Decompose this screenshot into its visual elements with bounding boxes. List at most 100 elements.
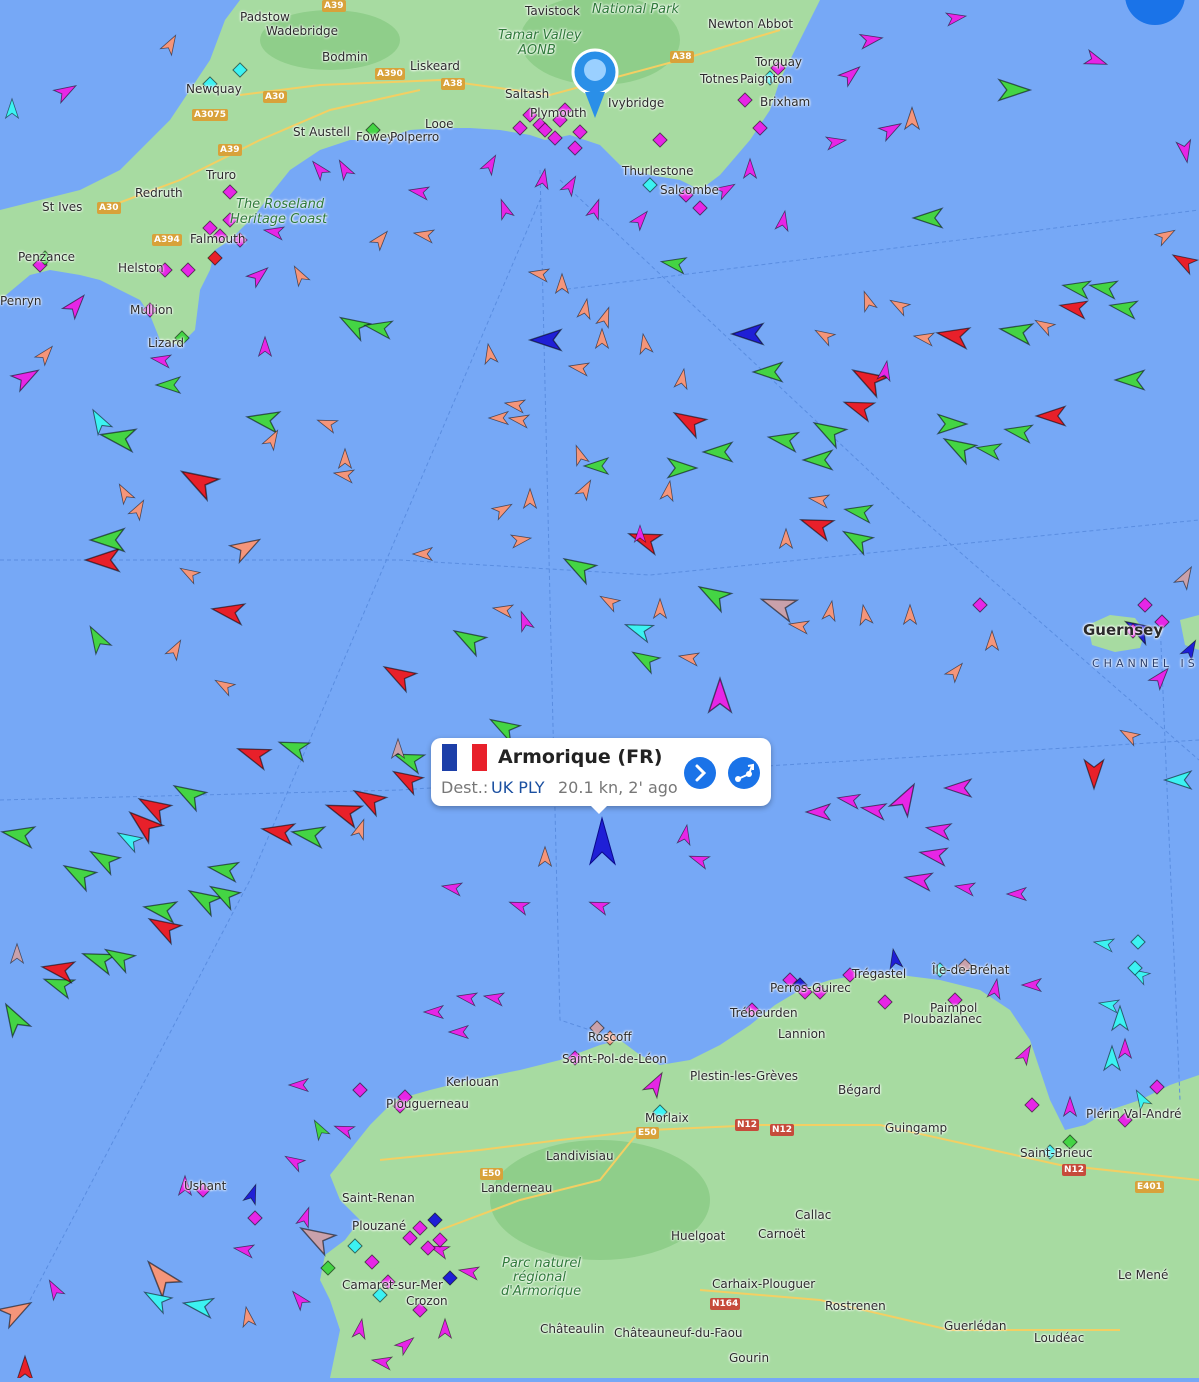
place-label: Rostrenen bbox=[825, 1299, 886, 1313]
heritage-label: Heritage Coast bbox=[230, 212, 328, 227]
road-shield: A3075 bbox=[192, 109, 229, 121]
place-label: Redruth bbox=[135, 186, 183, 200]
place-label: Polperro bbox=[390, 130, 440, 144]
flag-stripe-blue bbox=[442, 744, 457, 771]
place-label: Lizard bbox=[148, 336, 185, 350]
map-svg[interactable] bbox=[0, 0, 1199, 1382]
place-label: Thurlestone bbox=[622, 164, 694, 178]
place-label: Salcombe bbox=[660, 183, 719, 197]
place-label: Gourin bbox=[729, 1351, 770, 1365]
details-button[interactable] bbox=[684, 757, 716, 789]
road-shield: A394 bbox=[152, 234, 182, 246]
place-label: Plouguerneau bbox=[386, 1097, 469, 1111]
route-button[interactable] bbox=[728, 757, 760, 789]
place-label: Guingamp bbox=[885, 1121, 948, 1135]
place-label: Plestin-les-Grèves bbox=[690, 1069, 799, 1083]
road-shield: N12 bbox=[1062, 1164, 1087, 1176]
place-label: Val-André bbox=[1124, 1107, 1182, 1121]
place-label: St Ives bbox=[42, 200, 83, 214]
place-label: Bégard bbox=[838, 1083, 881, 1097]
vessel-name[interactable]: Armorique (FR) bbox=[498, 746, 662, 768]
place-label: Le Mené bbox=[1118, 1268, 1169, 1282]
park-label: régional bbox=[513, 1270, 566, 1285]
place-label: Roscoff bbox=[588, 1030, 632, 1044]
vessel-popup[interactable]: Armorique (FR) Dest.: UK PLY 20.1 kn, 2'… bbox=[431, 738, 771, 814]
place-label: Looe bbox=[425, 117, 454, 131]
park-label: National Park bbox=[592, 2, 679, 17]
map-canvas[interactable] bbox=[0, 0, 1199, 1382]
place-label: Guerlédan bbox=[944, 1319, 1007, 1333]
road-shield: E50 bbox=[636, 1127, 659, 1139]
place-label: Châteauneuf-du-Faou bbox=[614, 1326, 743, 1340]
road-shield: N12 bbox=[735, 1119, 760, 1131]
road-shield: N12 bbox=[770, 1124, 795, 1136]
place-label: Landivisiau bbox=[546, 1149, 614, 1163]
place-label: Callac bbox=[795, 1208, 832, 1222]
place-label: Carhaix-Plouguer bbox=[712, 1277, 816, 1291]
flag-france-icon bbox=[442, 744, 487, 771]
place-label: Camaret-sur-Mer bbox=[342, 1278, 443, 1292]
place-label: Penzance bbox=[18, 250, 76, 264]
place-label: Fowey bbox=[356, 130, 395, 144]
place-label: Totnes bbox=[700, 72, 739, 86]
heritage-label: The Roseland bbox=[236, 197, 325, 212]
place-label: Lannion bbox=[778, 1027, 826, 1041]
place-label: Bodmin bbox=[322, 50, 368, 64]
place-label: Île-de-Bréhat bbox=[932, 963, 1010, 977]
route-icon bbox=[735, 763, 754, 782]
place-label: Wadebridge bbox=[266, 24, 338, 38]
place-label: Huelgoat bbox=[671, 1229, 726, 1243]
park-label: Parc naturel bbox=[502, 1256, 581, 1271]
place-label: Paimpol bbox=[930, 1001, 978, 1015]
destination-label: Dest.: bbox=[441, 778, 489, 797]
flag-stripe-red bbox=[472, 744, 487, 771]
place-label: Torquay bbox=[755, 55, 803, 69]
place-label: Penryn bbox=[0, 294, 42, 308]
place-label: Saltash bbox=[505, 87, 550, 101]
island-label: Guernsey bbox=[1083, 621, 1164, 639]
park-label: d'Armorique bbox=[501, 1284, 582, 1299]
place-label: St Austell bbox=[293, 125, 350, 139]
place-label: Newquay bbox=[186, 82, 242, 96]
place-label: Morlaix bbox=[645, 1111, 689, 1125]
place-label: Saint-Brieuc bbox=[1020, 1146, 1093, 1160]
road-shield: A39 bbox=[218, 144, 242, 156]
chevron-right-icon bbox=[695, 764, 707, 782]
place-label: Saint-Pol-de-Léon bbox=[562, 1052, 667, 1066]
place-label: Padstow bbox=[240, 10, 290, 24]
place-label: Crozon bbox=[406, 1294, 448, 1308]
road-shield: A38 bbox=[670, 51, 694, 63]
place-label: Perros-Guirec bbox=[770, 981, 851, 995]
place-label: Plérin bbox=[1086, 1107, 1120, 1121]
road-shield: E401 bbox=[1135, 1181, 1164, 1193]
destination-value[interactable]: UK PLY bbox=[491, 778, 545, 797]
place-label: Mullion bbox=[130, 303, 173, 317]
place-label: Tavistock bbox=[525, 4, 580, 18]
place-label: Trébeurden bbox=[730, 1006, 798, 1020]
place-label: Falmouth bbox=[190, 232, 246, 246]
place-label: Trégastel bbox=[852, 967, 907, 981]
place-label: Truro bbox=[206, 168, 237, 182]
place-label: Saint-Renan bbox=[342, 1191, 415, 1205]
flag-stripe-white bbox=[457, 744, 472, 771]
road-shield: A30 bbox=[97, 202, 121, 214]
road-shield: A38 bbox=[441, 78, 465, 90]
place-label: Carnoët bbox=[758, 1227, 806, 1241]
place-label: Ushant bbox=[184, 1179, 227, 1193]
place-label: Newton Abbot bbox=[708, 17, 794, 31]
place-label: Helston bbox=[118, 261, 164, 275]
park-label: Tamar Valley bbox=[498, 28, 582, 43]
place-label: Plymouth bbox=[530, 106, 587, 120]
place-label: Loudéac bbox=[1034, 1331, 1085, 1345]
park-label: AONB bbox=[518, 43, 556, 58]
speed-info: 20.1 kn, 2' ago bbox=[558, 778, 678, 797]
place-label: Ivybridge bbox=[608, 96, 665, 110]
road-shield: A39 bbox=[322, 0, 346, 12]
place-label: Paignton bbox=[740, 72, 793, 86]
road-shield: N164 bbox=[710, 1298, 741, 1310]
road-shield: A30 bbox=[263, 91, 287, 103]
place-label: Châteaulin bbox=[540, 1322, 605, 1336]
place-label: Brixham bbox=[760, 95, 811, 109]
sea-label: CHANNEL IS bbox=[1092, 657, 1199, 670]
place-label: Plouzané bbox=[352, 1219, 407, 1233]
